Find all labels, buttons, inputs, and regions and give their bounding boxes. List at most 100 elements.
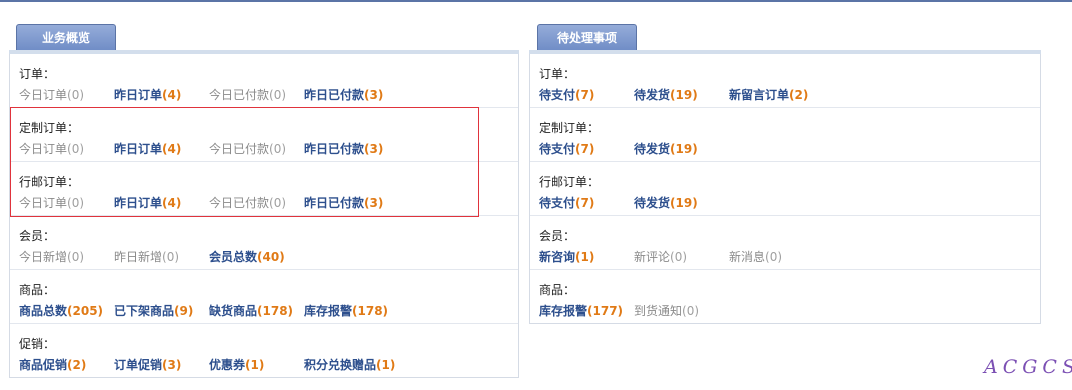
stat-link[interactable]: 订单促销(3) (114, 356, 181, 373)
tab-pending-items[interactable]: 待处理事项 (537, 24, 637, 51)
stat-count: (3) (162, 358, 182, 372)
stat-link[interactable]: 今日已付款(0) (209, 140, 286, 157)
stat-link[interactable]: 今日已付款(0) (209, 86, 286, 103)
stat-link[interactable]: 待支付(7) (539, 86, 594, 103)
stat-link[interactable]: 会员总数(40) (209, 248, 285, 265)
stat-label: 昨日已付款 (304, 142, 365, 156)
stat-link[interactable]: 今日已付款(0) (209, 194, 286, 211)
section-title: 商品： (539, 283, 576, 297)
stat-label: 待支付 (539, 196, 576, 210)
stat-link[interactable]: 新评论(0) (634, 248, 687, 265)
stat-label: 今日新增 (19, 250, 68, 264)
stat-count: (0) (67, 88, 85, 102)
stat-label: 待支付 (539, 88, 576, 102)
section-title: 行邮订单： (19, 175, 80, 189)
stat-count: (4) (162, 142, 182, 156)
stat-count: (2) (67, 358, 87, 372)
stat-label: 待发货 (634, 196, 671, 210)
stat-link[interactable]: 昨日订单(4) (114, 194, 181, 211)
stat-label: 今日已付款 (209, 196, 270, 210)
stat-link[interactable]: 新留言订单(2) (729, 86, 808, 103)
stat-link[interactable]: 已下架商品(9) (114, 302, 193, 319)
stat-label: 优惠券 (209, 358, 246, 372)
stat-count: (0) (162, 250, 180, 264)
stat-link[interactable]: 昨日订单(4) (114, 140, 181, 157)
stat-label: 待发货 (634, 142, 671, 156)
stat-label: 库存报警 (539, 304, 588, 318)
stat-label: 待发货 (634, 88, 671, 102)
stat-link[interactable]: 昨日已付款(3) (304, 86, 383, 103)
stat-label: 昨日已付款 (304, 88, 365, 102)
stat-link[interactable]: 缺货商品(178) (209, 302, 293, 319)
section-title: 定制订单： (539, 121, 600, 135)
stat-count: (0) (67, 250, 85, 264)
stat-label: 今日订单 (19, 88, 68, 102)
stat-count: (3) (364, 88, 384, 102)
section-members: 会员： 今日新增(0) 昨日新增(0) 会员总数(40) (10, 216, 518, 270)
stat-link[interactable]: 商品促销(2) (19, 356, 86, 373)
stat-link[interactable]: 昨日已付款(3) (304, 194, 383, 211)
stat-count: (7) (575, 88, 595, 102)
stat-label: 昨日订单 (114, 142, 163, 156)
stat-link[interactable]: 昨日新增(0) (114, 248, 179, 265)
stat-label: 库存报警 (304, 304, 353, 318)
stat-link[interactable]: 昨日订单(4) (114, 86, 181, 103)
stat-count: (0) (765, 250, 783, 264)
stat-count: (1) (245, 358, 265, 372)
stat-count: (0) (670, 250, 688, 264)
stat-count: (178) (257, 304, 294, 318)
section-products: 商品： 商品总数(205) 已下架商品(9) 缺货商品(178) 库存报警(178) (10, 270, 518, 324)
stat-link[interactable]: 新消息(0) (729, 248, 782, 265)
stat-link[interactable]: 待发货(19) (634, 86, 698, 103)
stat-link[interactable]: 待支付(7) (539, 140, 594, 157)
stat-count: (0) (682, 304, 700, 318)
stat-link[interactable]: 积分兑换赠品(1) (304, 356, 395, 373)
stat-label: 昨日订单 (114, 88, 163, 102)
stat-count: (177) (587, 304, 624, 318)
stat-link[interactable]: 新咨询(1) (539, 248, 594, 265)
stat-link[interactable]: 今日订单(0) (19, 86, 84, 103)
stat-count: (19) (670, 88, 698, 102)
stat-link[interactable]: 待支付(7) (539, 194, 594, 211)
section-title: 促销： (19, 337, 56, 351)
stat-count: (1) (575, 250, 595, 264)
top-divider (0, 0, 1072, 2)
stat-link[interactable]: 昨日已付款(3) (304, 140, 383, 157)
stat-label: 今日已付款 (209, 88, 270, 102)
stat-link[interactable]: 今日订单(0) (19, 140, 84, 157)
pending-box: 订单： 待支付(7) 待发货(19) 新留言订单(2) 定制订单： 待支付(7) 待发货(1… (529, 54, 1041, 324)
stat-count: (7) (575, 196, 595, 210)
section-title: 会员： (19, 229, 56, 243)
stat-count: (4) (162, 196, 182, 210)
stat-link[interactable]: 今日订单(0) (19, 194, 84, 211)
stat-link[interactable]: 待发货(19) (634, 140, 698, 157)
pending-items-panel: 待处理事项 订单： 待支付(7) 待发货(19) 新留言订单(2) 定制订单： 待支付(7… (529, 24, 1041, 326)
stat-label: 新消息 (729, 250, 766, 264)
section-title: 订单： (19, 67, 56, 81)
section-custom-orders: 定制订单： 待支付(7) 待发货(19) (530, 108, 1040, 162)
stat-count: (0) (67, 196, 85, 210)
stat-label: 今日订单 (19, 142, 68, 156)
stat-label: 今日订单 (19, 196, 68, 210)
stat-label: 订单促销 (114, 358, 163, 372)
stat-link[interactable]: 待发货(19) (634, 194, 698, 211)
watermark-logo: ACGCSS (984, 356, 1072, 378)
stat-link[interactable]: 今日新增(0) (19, 248, 84, 265)
stat-link[interactable]: 商品总数(205) (19, 302, 103, 319)
section-title: 定制订单： (19, 121, 80, 135)
stat-link[interactable]: 到货通知(0) (634, 302, 699, 319)
stat-label: 新咨询 (539, 250, 576, 264)
stat-label: 会员总数 (209, 250, 258, 264)
stat-count: (3) (364, 196, 384, 210)
stat-link[interactable]: 库存报警(178) (304, 302, 388, 319)
section-title: 商品： (19, 283, 56, 297)
stat-link[interactable]: 优惠券(1) (209, 356, 264, 373)
stat-count: (7) (575, 142, 595, 156)
business-overview-panel: 业务概览 订单： 今日订单(0) 昨日订单(4) 今日已付款(0) 昨日已付款(3) 定制… (9, 24, 519, 380)
section-title: 会员： (539, 229, 576, 243)
stat-link[interactable]: 库存报警(177) (539, 302, 623, 319)
section-title: 行邮订单： (539, 175, 600, 189)
tab-business-overview[interactable]: 业务概览 (16, 24, 116, 51)
stat-label: 缺货商品 (209, 304, 258, 318)
section-title: 订单： (539, 67, 576, 81)
